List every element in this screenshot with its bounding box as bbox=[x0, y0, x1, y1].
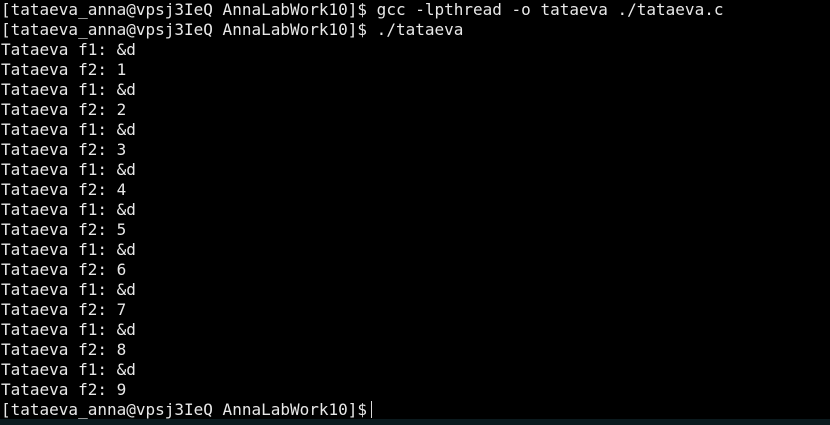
terminal-window[interactable]: [tataeva_anna@vpsj3IeQ AnnaLabWork10]$ g… bbox=[0, 0, 830, 425]
output-line: Tataeva f1: &d bbox=[1, 80, 136, 99]
output-line: Tataeva f1: &d bbox=[1, 120, 136, 139]
output-line: Tataeva f2: 9 bbox=[1, 380, 127, 399]
bottom-edge-strip bbox=[0, 419, 830, 425]
output-line: Tataeva f2: 6 bbox=[1, 260, 127, 279]
output-line: Tataeva f1: &d bbox=[1, 360, 136, 379]
output-line: Tataeva f1: &d bbox=[1, 200, 136, 219]
current-prompt-line[interactable]: [tataeva_anna@vpsj3IeQ AnnaLabWork10]$ bbox=[1, 400, 830, 420]
command-line-run: [tataeva_anna@vpsj3IeQ AnnaLabWork10]$ .… bbox=[1, 20, 464, 39]
output-line: Tataeva f2: 8 bbox=[1, 340, 127, 359]
shell-prompt: [tataeva_anna@vpsj3IeQ AnnaLabWork10]$ bbox=[1, 400, 368, 419]
output-line: Tataeva f2: 4 bbox=[1, 180, 127, 199]
output-line: Tataeva f1: &d bbox=[1, 240, 136, 259]
output-line: Tataeva f1: &d bbox=[1, 160, 136, 179]
output-line: Tataeva f2: 1 bbox=[1, 60, 127, 79]
text-cursor bbox=[371, 401, 373, 418]
output-line: Tataeva f1: &d bbox=[1, 280, 136, 299]
output-line: Tataeva f1: &d bbox=[1, 40, 136, 59]
output-line: Tataeva f1: &d bbox=[1, 320, 136, 339]
terminal-screen[interactable]: [tataeva_anna@vpsj3IeQ AnnaLabWork10]$ g… bbox=[1, 0, 830, 420]
command-line-compile: [tataeva_anna@vpsj3IeQ AnnaLabWork10]$ g… bbox=[1, 0, 724, 19]
output-line: Tataeva f2: 7 bbox=[1, 300, 127, 319]
output-line: Tataeva f2: 3 bbox=[1, 140, 127, 159]
output-line: Tataeva f2: 2 bbox=[1, 100, 127, 119]
output-line: Tataeva f2: 5 bbox=[1, 220, 127, 239]
